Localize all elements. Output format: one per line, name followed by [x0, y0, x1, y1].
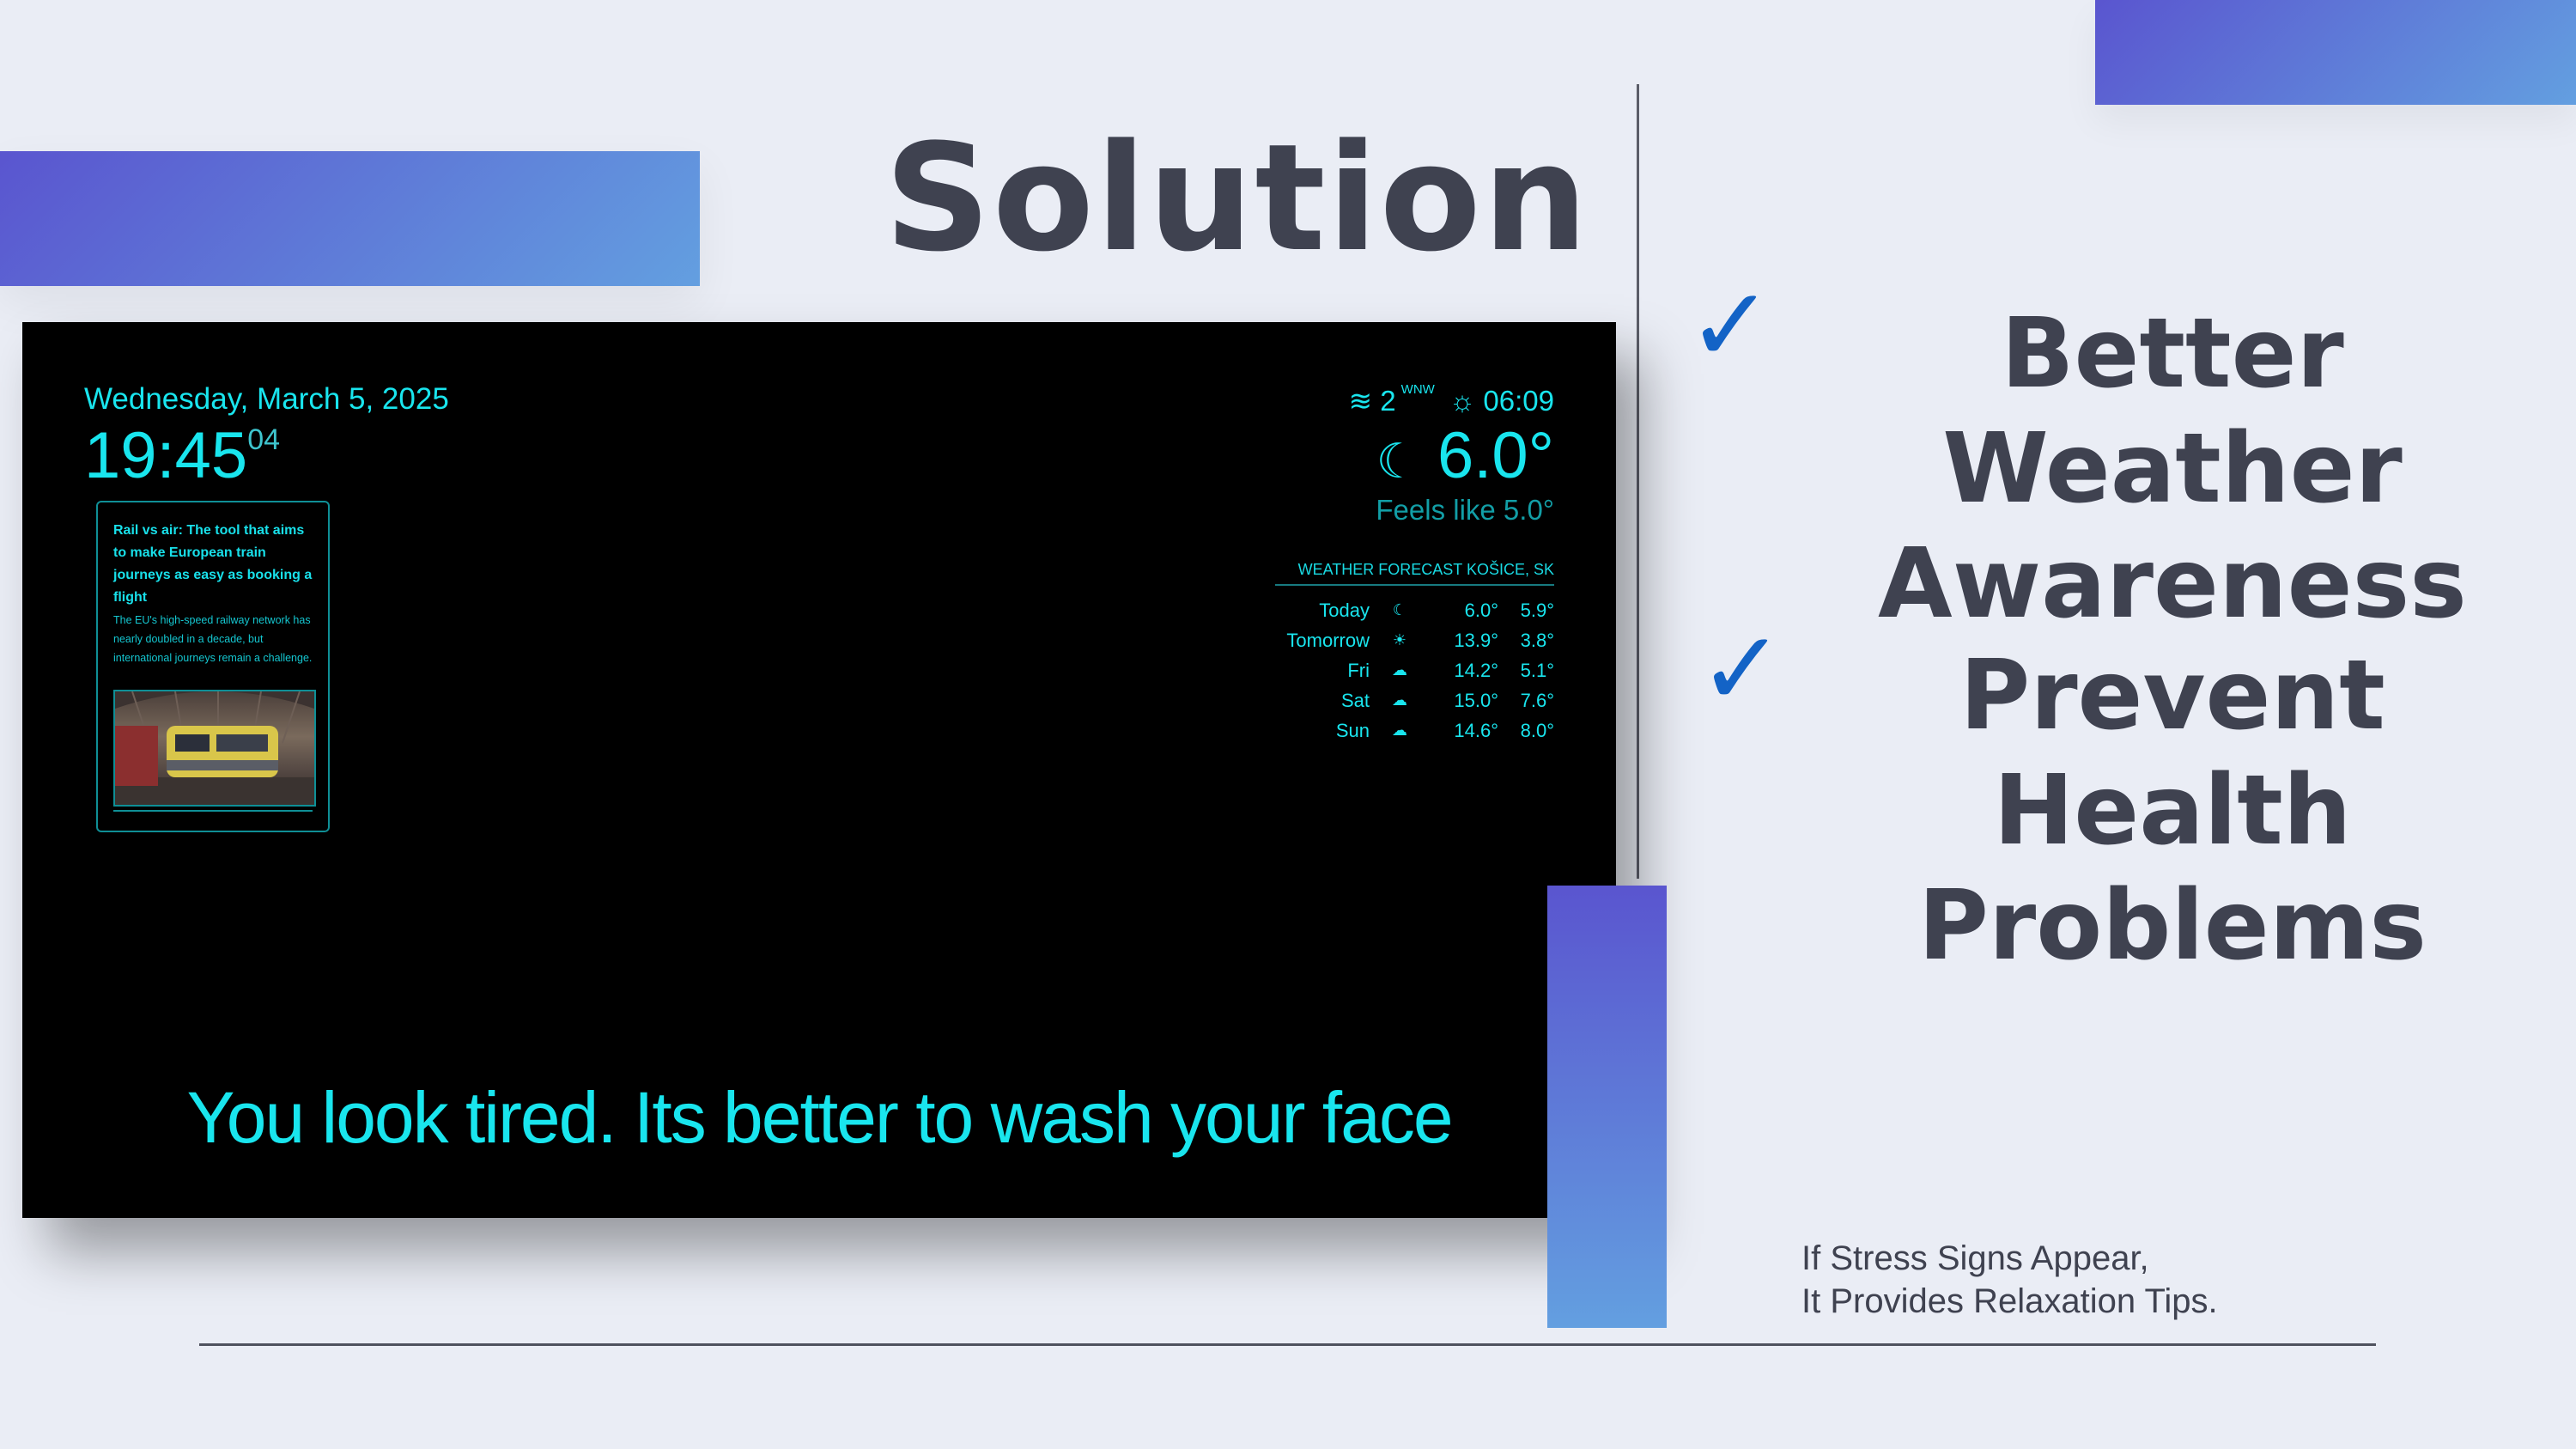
feels-like: Feels like 5.0° — [1376, 494, 1554, 526]
forecast-low: 5.9° — [1520, 599, 1554, 621]
forecast-day: Fri — [1347, 659, 1370, 681]
decorative-gradient-bar-vertical — [1547, 886, 1667, 1328]
cloud-icon: ☁ — [1392, 691, 1407, 709]
wind-and-sunrise: ≋ 2 WNW ☼ 06:09 — [1348, 382, 1554, 417]
wind-speed: 2 — [1380, 385, 1396, 417]
forecast-day: Today — [1319, 599, 1370, 621]
forecast-row: Sun ☁ 14.6° 8.0° — [1275, 715, 1554, 746]
forecast-table: Today ☾ 6.0° 5.9° Tomorrow ☀ 13.9° 3.8° … — [1275, 595, 1554, 746]
sunrise-time: 06:09 — [1483, 385, 1554, 417]
cloud-icon: ☁ — [1392, 661, 1407, 679]
footnote: If Stress Signs Appear, It Provides Rela… — [1801, 1237, 2218, 1323]
cloud-icon: ☁ — [1392, 721, 1407, 739]
forecast-low: 7.6° — [1520, 689, 1554, 711]
checkmark-icon: ✓ — [1698, 612, 1785, 727]
smart-mirror-screenshot: Wednesday, March 5, 2025 19:4504 Rail vs… — [22, 322, 1616, 1218]
current-temperature: ☾ 6.0° — [1376, 418, 1554, 493]
footnote-line: It Provides Relaxation Tips. — [1801, 1282, 2218, 1320]
feature-line: Prevent Health — [1959, 640, 2385, 867]
forecast-day: Tomorrow — [1286, 629, 1370, 651]
forecast-low: 8.0° — [1520, 719, 1554, 741]
feature-line: Awareness — [1878, 528, 2467, 640]
forecast-high: 14.6° — [1454, 719, 1498, 741]
news-title: Rail vs air: The tool that aims to make … — [113, 523, 313, 605]
temperature-value: 6.0° — [1437, 419, 1554, 492]
decorative-gradient-bar-top — [2095, 0, 2576, 105]
mirror-message: You look tired. Its better to wash your … — [186, 1077, 1453, 1158]
wind-icon: ≋ — [1348, 385, 1373, 417]
feature-better-weather: Better Weather Awareness — [1786, 296, 2559, 642]
feature-prevent-health: Prevent Health Problems — [1786, 638, 2559, 983]
forecast-high: 15.0° — [1454, 689, 1498, 711]
forecast-day: Sun — [1335, 719, 1370, 741]
forecast-row: Today ☾ 6.0° 5.9° — [1275, 595, 1554, 625]
decorative-gradient-bar-left — [0, 151, 700, 286]
checkmark-icon: ✓ — [1687, 268, 1774, 383]
moon-icon: ☾ — [1392, 601, 1407, 618]
moon-icon: ☾ — [1376, 434, 1419, 488]
mirror-clock: 19:4504 — [84, 418, 280, 493]
forecast-row: Sat ☁ 15.0° 7.6° — [1275, 685, 1554, 715]
sunrise-icon: ☼ — [1449, 385, 1476, 417]
clock-seconds: 04 — [247, 423, 281, 456]
sun-icon: ☀ — [1392, 631, 1407, 648]
forecast-header: WEATHER FORECAST KOŠICE, SK — [1275, 561, 1554, 586]
forecast-high: 14.2° — [1454, 659, 1498, 681]
slide-title: Solution — [884, 112, 1590, 284]
forecast-row: Fri ☁ 14.2° 5.1° — [1275, 655, 1554, 685]
feature-line: Problems — [1917, 870, 2427, 982]
forecast-day: Sat — [1340, 689, 1370, 711]
news-card: Rail vs air: The tool that aims to make … — [96, 501, 330, 832]
footnote-line: If Stress Signs Appear, — [1801, 1239, 2149, 1277]
forecast-low: 3.8° — [1520, 629, 1554, 651]
vertical-divider — [1637, 84, 1639, 879]
wind-direction: WNW — [1400, 382, 1435, 397]
forecast-high: 13.9° — [1454, 629, 1498, 651]
forecast-high: 6.0° — [1464, 599, 1498, 621]
forecast-row: Tomorrow ☀ 13.9° 3.8° — [1275, 625, 1554, 655]
news-separator — [113, 810, 313, 812]
mirror-date: Wednesday, March 5, 2025 — [84, 382, 449, 416]
train-station-image — [113, 690, 316, 807]
forecast-low: 5.1° — [1520, 659, 1554, 681]
clock-time: 19:45 — [84, 419, 248, 492]
news-description: The EU's high-speed railway network has … — [113, 614, 313, 664]
bottom-divider — [199, 1343, 2376, 1346]
feature-line: Better Weather — [1942, 298, 2403, 525]
